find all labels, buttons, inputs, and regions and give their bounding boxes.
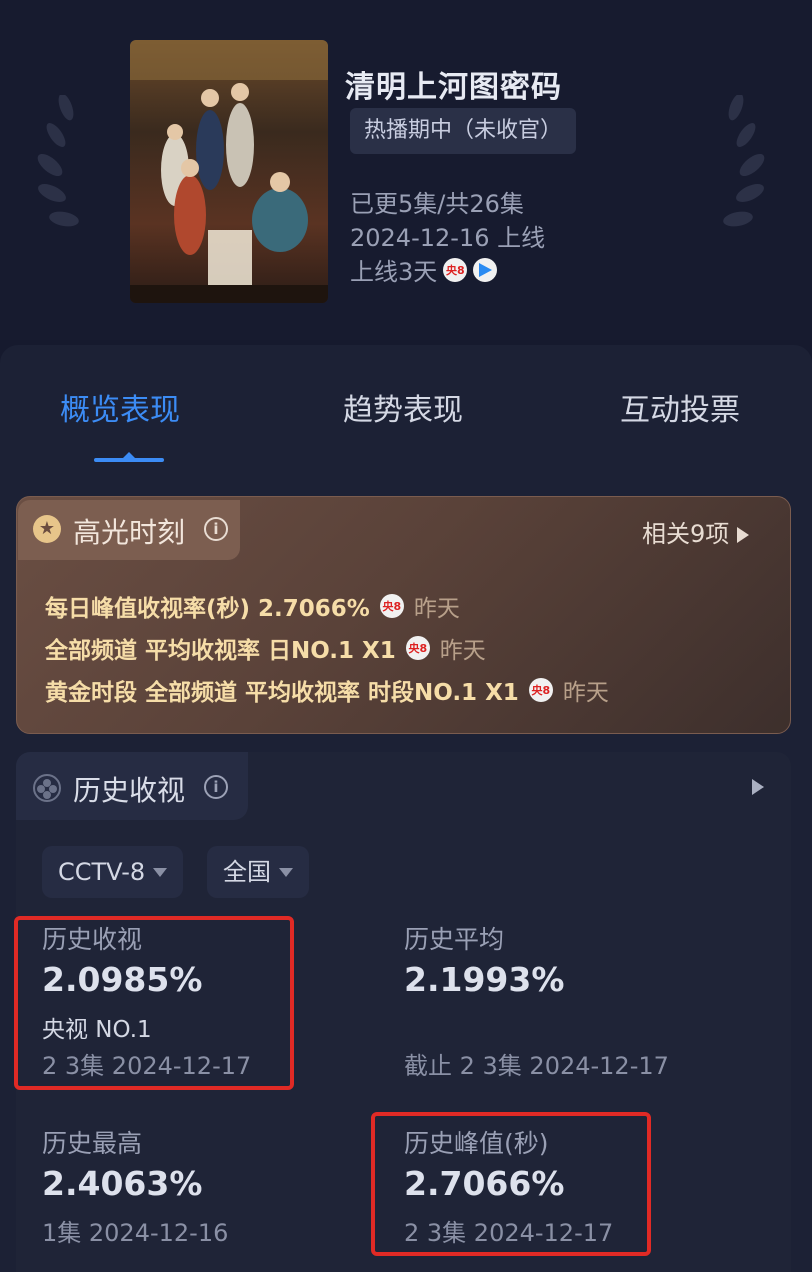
related-items-link[interactable]: 相关9项 xyxy=(642,514,750,549)
highlight-time: 昨天 xyxy=(562,680,609,706)
premiere-date: 2024-12-16 上线 xyxy=(350,224,546,252)
info-icon[interactable]: i xyxy=(204,775,228,799)
stat-highest-label: 历史最高 xyxy=(42,1129,143,1158)
tab-voting[interactable]: 互动投票 xyxy=(620,385,740,429)
laurel-left-icon xyxy=(37,95,79,227)
highlight-row[interactable]: 黄金时段 全部频道 平均收视率 时段NO.1 X1 央8 昨天 xyxy=(45,673,609,707)
show-poster[interactable] xyxy=(130,40,328,303)
chevron-down-icon xyxy=(279,867,293,877)
arrow-right-icon xyxy=(737,527,750,543)
stat-highest-date: 1集 2024-12-16 xyxy=(42,1219,229,1247)
show-header xyxy=(0,0,812,340)
show-title: 清明上河图密码 xyxy=(345,70,562,105)
tab-trend[interactable]: 趋势表现 xyxy=(343,385,463,429)
streaming-app-icon xyxy=(473,257,498,282)
region-select-value: 全国 xyxy=(223,858,271,886)
related-items-label: 相关9项 xyxy=(642,520,730,548)
highlight-time: 昨天 xyxy=(439,638,486,664)
cctv8-badge-icon: 央8 xyxy=(405,636,430,660)
stat-highest-value: 2.4063% xyxy=(42,1164,203,1203)
star-icon: ★ xyxy=(33,515,61,543)
channel-select-value: CCTV-8 xyxy=(58,858,146,886)
cctv8-badge-icon: 央8 xyxy=(443,257,468,282)
cctv8-badge-icon: 央8 xyxy=(379,594,404,618)
highlight-time: 昨天 xyxy=(413,596,460,622)
history-title: 历史收视 xyxy=(73,774,186,807)
annotation-box-peak xyxy=(371,1112,651,1256)
region-select[interactable]: 全国 xyxy=(207,846,309,898)
annotation-box-rating xyxy=(14,916,294,1090)
stat-average-date: 截止 2 3集 2024-12-17 xyxy=(404,1052,669,1080)
highlight-text: 全部频道 平均收视率 日NO.1 X1 xyxy=(45,638,396,664)
highlight-row[interactable]: 每日峰值收视率(秒) 2.7066% 央8 昨天 xyxy=(45,589,460,623)
highlight-row[interactable]: 全部频道 平均收视率 日NO.1 X1 央8 昨天 xyxy=(45,631,486,665)
days-online-row: 上线3天 央8 xyxy=(350,252,498,287)
film-reel-icon xyxy=(33,774,61,802)
status-badge: 热播期中（未收官） xyxy=(350,108,577,154)
highlight-text: 黄金时段 全部频道 平均收视率 时段NO.1 X1 xyxy=(45,680,519,706)
tab-active-indicator xyxy=(94,452,164,462)
channel-select[interactable]: CCTV-8 xyxy=(42,846,184,898)
chevron-down-icon xyxy=(153,867,168,877)
info-icon[interactable]: i xyxy=(204,517,228,541)
tab-overview[interactable]: 概览表现 xyxy=(60,385,180,429)
arrow-right-icon[interactable] xyxy=(752,779,764,795)
stat-average-label: 历史平均 xyxy=(404,925,505,954)
highlight-title: 高光时刻 xyxy=(73,516,186,549)
cctv8-badge-icon: 央8 xyxy=(528,678,553,702)
episode-count: 已更5集/共26集 xyxy=(350,190,524,218)
poster-artwork xyxy=(130,40,328,303)
laurel-right-icon xyxy=(723,95,765,227)
days-online: 上线3天 xyxy=(350,258,438,286)
stat-average-value: 2.1993% xyxy=(404,960,565,999)
highlight-text: 每日峰值收视率(秒) 2.7066% xyxy=(45,596,370,622)
